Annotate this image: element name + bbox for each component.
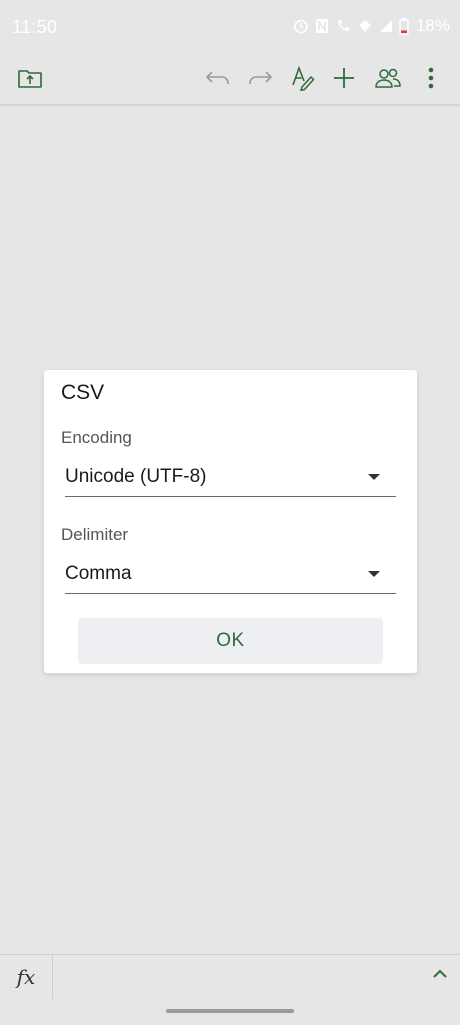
- delimiter-select[interactable]: Comma: [65, 555, 396, 594]
- undo-icon[interactable]: [200, 60, 236, 96]
- csv-dialog: CSV Encoding Unicode (UTF-8) Delimiter C…: [44, 370, 417, 673]
- battery-icon: [399, 17, 409, 35]
- signal-icon: [379, 19, 393, 33]
- redo-icon[interactable]: [242, 60, 278, 96]
- chevron-up-icon[interactable]: [432, 967, 448, 985]
- formula-bar: fx: [0, 954, 460, 1025]
- caret-down-icon: [368, 571, 380, 577]
- app-toolbar: [0, 52, 460, 105]
- share-people-icon[interactable]: [370, 60, 406, 96]
- wifi-calling-icon: [335, 18, 351, 34]
- status-icons: 18%: [293, 16, 450, 36]
- draw-icon[interactable]: [285, 60, 321, 96]
- more-vert-icon[interactable]: [413, 60, 449, 96]
- fx-button[interactable]: fx: [0, 955, 53, 999]
- delimiter-value: Comma: [65, 563, 132, 584]
- nfc-icon: [315, 18, 329, 34]
- status-bar: 11:50 18%: [0, 0, 460, 52]
- encoding-label: Encoding: [61, 428, 132, 447]
- battery-percent: 18%: [415, 16, 450, 35]
- delimiter-label: Delimiter: [61, 525, 129, 544]
- alarm-icon: [293, 18, 309, 34]
- encoding-value: Unicode (UTF-8): [65, 466, 207, 487]
- caret-down-icon: [368, 474, 380, 480]
- folder-upload-icon[interactable]: [12, 60, 48, 96]
- status-time: 11:50: [12, 17, 58, 37]
- add-icon[interactable]: [326, 60, 362, 96]
- data-icon: [357, 18, 373, 34]
- encoding-select[interactable]: Unicode (UTF-8): [65, 458, 396, 497]
- home-indicator[interactable]: [166, 1009, 294, 1013]
- dialog-title: CSV: [61, 381, 105, 404]
- ok-button[interactable]: OK: [78, 618, 383, 664]
